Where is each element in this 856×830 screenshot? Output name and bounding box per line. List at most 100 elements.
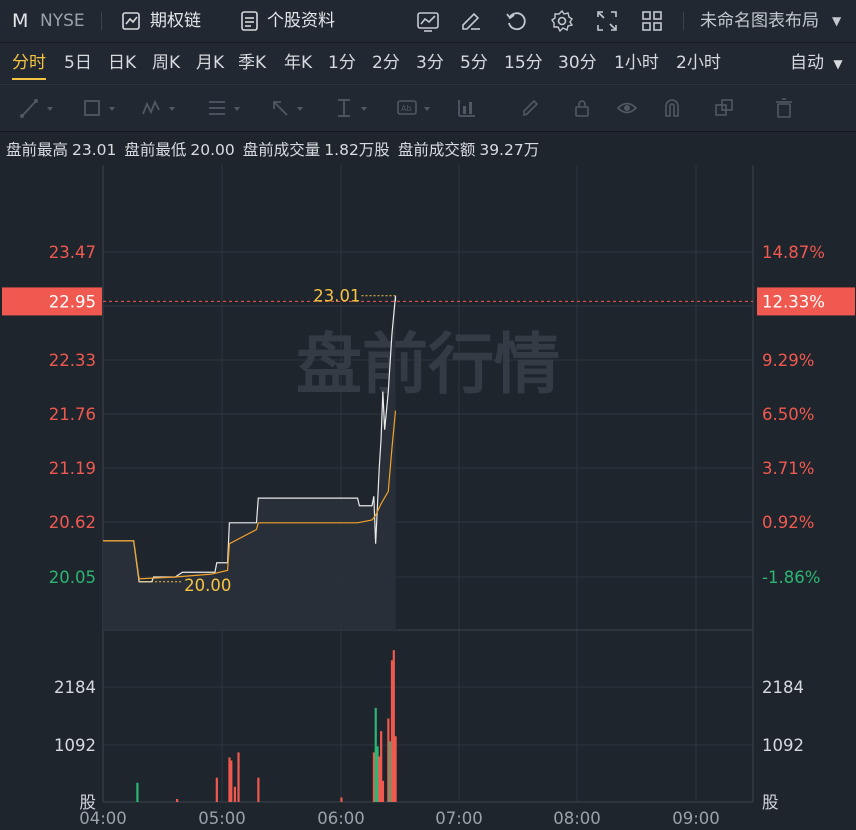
period-tab-0[interactable]: 分时 [12,43,46,83]
divider [101,12,102,30]
line-chart-icon[interactable] [416,9,440,33]
premarket-high-label: 盘前最高 [6,141,69,159]
volume-bar-5 [233,786,237,802]
auto-label: 自动 [790,53,824,73]
settings-icon[interactable] [550,9,574,33]
period-tab-11[interactable]: 15分 [504,43,543,83]
period-tab-6[interactable]: 年K [284,43,312,83]
pct-tick-3: 6.50% [762,405,814,424]
arrow-icon[interactable] [268,96,304,120]
period-tab-7[interactable]: 1分 [328,43,356,83]
pattern-icon[interactable] [140,96,176,120]
period-tab-2[interactable]: 日K [108,43,136,83]
price-tick-5: 20.62 [49,513,96,532]
options-chain-icon[interactable] [120,9,144,33]
time-tick-0: 04:00 [79,809,127,828]
pct-tick-2: 9.29% [762,351,814,370]
volume-bar-1 [176,798,179,802]
brush-icon[interactable] [518,96,554,120]
svg-text:Ab: Ab [401,104,412,113]
period-tab-13[interactable]: 1小时 [614,43,659,83]
price-tick-3: 21.76 [49,405,96,424]
pct-tick-5: 0.92% [762,513,814,532]
time-tick-4: 08:00 [553,809,601,828]
volume-bar-7 [257,777,260,802]
period-tab-1[interactable]: 5日 [64,43,92,83]
pct-tick-4: 3.71% [762,459,814,478]
volume-bar-0 [136,782,139,802]
volume-unit-right: 股 [762,793,779,812]
edit-icon[interactable] [459,9,483,33]
price-tick-6: 20.05 [49,568,96,587]
trend-line-icon[interactable] [18,96,54,120]
chart-type-icon[interactable] [455,96,491,120]
premarket-volume-value: 1.82万股 [324,141,390,159]
period-tab-8[interactable]: 2分 [372,43,400,83]
pct-tick-0: 14.87% [762,243,825,262]
options-chain-button[interactable]: 期权链 [150,0,201,42]
period-tab-12[interactable]: 30分 [558,43,597,83]
refresh-icon[interactable] [504,9,528,33]
trash-icon[interactable] [772,96,808,120]
pct-tick-6: -1.86% [762,568,820,587]
period-tab-14[interactable]: 2小时 [676,43,721,83]
premarket-low-value: 20.00 [190,141,235,159]
lock-icon[interactable] [570,96,606,120]
period-bar: 自动 ▼ 分时 5日 日K 周K 月K 季K 年K 1分 2分 3分 5分 15分 30分 1小时 2小时 [0,43,856,83]
magnet-icon[interactable] [660,96,696,120]
volume-tick-right-0: 2184 [762,678,804,697]
time-tick-2: 06:00 [317,809,365,828]
current-pct-value: 12.33% [762,292,825,311]
premarket-volume-label: 盘前成交量 [242,141,321,159]
period-tab-4[interactable]: 月K [196,43,224,83]
measure-icon[interactable] [332,96,368,120]
layout-name[interactable]: 未命名图表布局 [700,0,819,42]
volume-bar-6 [237,752,240,802]
fullscreen-icon[interactable] [595,9,619,33]
time-tick-5: 09:00 [672,809,720,828]
period-tab-5[interactable]: 季K [238,43,266,83]
max-annotation: 23.01 [313,287,360,306]
grid-layout-icon[interactable] [640,9,664,33]
drawing-toolbar: Ab [0,84,856,132]
volume-bar-4 [230,760,233,802]
document-icon[interactable] [238,9,262,33]
divider [683,12,684,30]
premarket-low-label: 盘前最低 [124,141,187,159]
volume-bar-8 [340,797,343,802]
period-tab-10[interactable]: 5分 [460,43,488,83]
top-bar: M NYSE 期权链 个股资料 未命名图表布局 ▼ [0,0,856,43]
stock-info-button[interactable]: 个股资料 [267,0,335,42]
exchange-label: NYSE [40,11,85,31]
premarket-info: 盘前最高 23.01 盘前最低 20.00 盘前成交量 1.82万股 盘前成交额 39.27万 [6,138,543,160]
text-icon[interactable]: Ab [395,96,431,120]
chart-background [0,165,856,830]
premarket-amount-value: 39.27万 [479,141,540,159]
watermark: 盘前行情 [296,326,560,403]
time-tick-1: 05:00 [198,809,246,828]
premarket-high-value: 23.01 [72,141,117,159]
eye-icon[interactable] [615,96,651,120]
price-tick-2: 22.33 [49,351,96,370]
price-tick-4: 21.19 [49,459,96,478]
period-tab-9[interactable]: 3分 [416,43,444,83]
intraday-chart[interactable]: 盘前行情 22.95 12.33% 23.47 14.87% 22.33 9.29% 21.7… [0,165,856,830]
chevron-down-icon: ▼ [833,57,843,71]
period-tab-3[interactable]: 周K [152,43,180,83]
layers-icon[interactable] [712,96,748,120]
min-annotation: 20.00 [184,576,231,595]
symbol-label[interactable]: M [12,0,28,42]
volume-tick-left-0: 2184 [54,678,96,697]
premarket-amount-label: 盘前成交额 [397,141,476,159]
auto-dropdown[interactable]: 自动 ▼ [790,43,843,83]
volume-tick-left-1: 1092 [54,736,96,755]
volume-bar-19 [394,736,397,802]
layout-dropdown-icon[interactable]: ▼ [832,0,841,42]
volume-bar-2 [215,777,218,802]
volume-tick-right-1: 1092 [762,736,804,755]
rectangle-icon[interactable] [80,96,116,120]
time-tick-3: 07:00 [435,809,483,828]
fib-icon[interactable] [205,96,241,120]
price-tick-0: 23.47 [49,243,96,262]
current-price-value: 22.95 [49,292,96,311]
